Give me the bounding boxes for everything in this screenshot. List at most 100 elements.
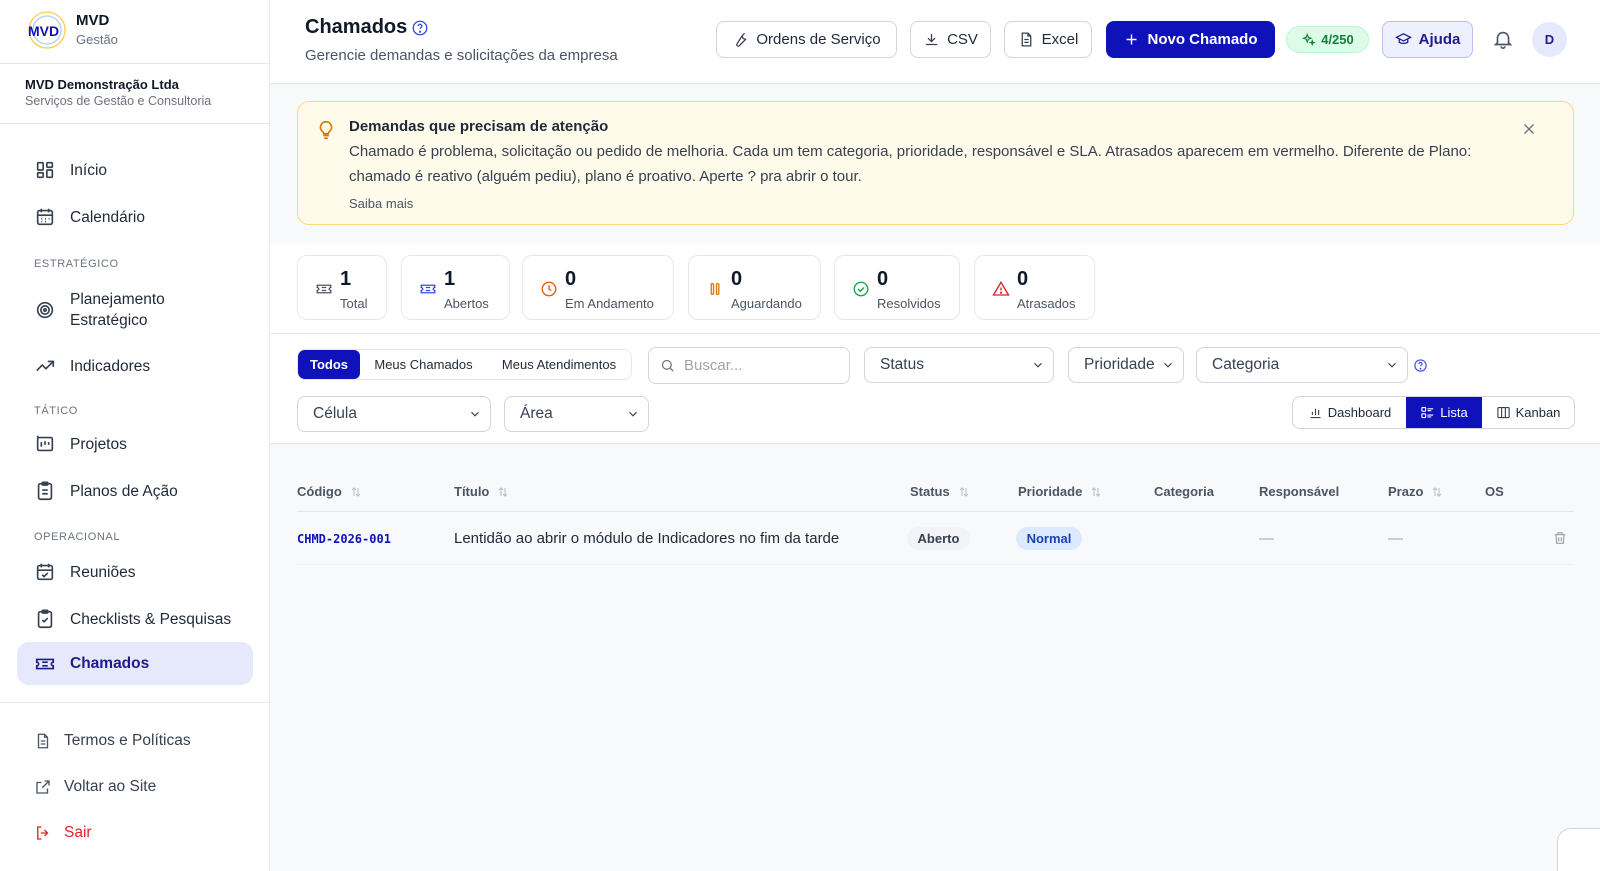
learn-more-link[interactable]: Saiba mais xyxy=(349,196,413,211)
sidebar-item-label: Planos de Ação xyxy=(70,482,178,500)
download-icon xyxy=(925,33,938,46)
target-icon xyxy=(36,301,54,319)
alert-triangle-icon xyxy=(992,280,1010,296)
ticket-title[interactable]: Lentidão ao abrir o módulo de Indicadore… xyxy=(454,530,839,547)
logout-icon xyxy=(37,826,49,840)
table-row[interactable]: CHMD-2026-001 Lentidão ao abrir o módulo… xyxy=(297,513,1574,565)
view-list-button[interactable]: Lista xyxy=(1406,397,1482,428)
priority-select-value: Prioridade xyxy=(1084,356,1155,373)
stat-card-resolvidos[interactable]: 0 Resolvidos xyxy=(834,255,960,320)
footer-item-voltar-site[interactable]: Voltar ao Site xyxy=(34,778,156,796)
ticket-code[interactable]: CHMD-2026-001 xyxy=(297,532,391,546)
sidebar-item-chamados[interactable]: Chamados xyxy=(17,642,253,685)
csv-export-button[interactable]: CSV xyxy=(910,21,991,58)
tab-meus-atendimentos[interactable]: Meus Atendimentos xyxy=(487,350,631,379)
attention-alert: Demandas que precisam de atenção Chamado… xyxy=(297,101,1574,225)
column-label: Prioridade xyxy=(1018,484,1083,499)
footer-item-sair[interactable]: Sair xyxy=(34,824,92,842)
tab-meus-chamados[interactable]: Meus Chamados xyxy=(360,350,487,379)
column-header-codigo[interactable]: Código xyxy=(297,484,362,499)
area-select[interactable]: Área xyxy=(504,396,649,432)
footer-item-label: Termos e Políticas xyxy=(64,732,191,749)
sidebar-item-calendario[interactable]: Calendário xyxy=(17,194,253,240)
help-button[interactable]: Ajuda xyxy=(1382,21,1473,58)
trash-icon[interactable] xyxy=(1552,530,1568,546)
credits-badge[interactable]: 4/250 xyxy=(1286,26,1369,53)
sidebar-item-inicio[interactable]: Início xyxy=(17,147,253,193)
view-kanban-label: Kanban xyxy=(1515,405,1561,420)
alert-title: Demandas que precisam de atenção xyxy=(349,118,609,135)
table-header: Código Título Status Prioridade Categori… xyxy=(297,472,1574,512)
tab-todos[interactable]: Todos xyxy=(298,350,360,379)
bell-icon[interactable] xyxy=(1492,28,1514,50)
sidebar-item-label: Projetos xyxy=(70,435,127,453)
chevron-down-icon xyxy=(1164,362,1172,368)
floating-widget[interactable] xyxy=(1557,828,1600,871)
search-input[interactable] xyxy=(684,357,834,374)
footer-item-label: Sair xyxy=(64,824,92,841)
service-orders-button[interactable]: Ordens de Serviço xyxy=(716,21,897,58)
sidebar-item-checklists-pesquisas[interactable]: Checklists & Pesquisas xyxy=(17,596,253,642)
chevron-down-icon xyxy=(629,411,637,417)
help-circle-icon[interactable] xyxy=(1413,358,1428,373)
cell-select[interactable]: Célula xyxy=(297,396,491,432)
ticket-deadline: — xyxy=(1388,530,1403,547)
status-select[interactable]: Status xyxy=(864,347,1054,383)
column-label: Código xyxy=(297,484,342,499)
search-box xyxy=(648,347,850,384)
sidebar-item-label: Calendário xyxy=(70,208,145,226)
stat-card-aguardando[interactable]: 0 Aguardando xyxy=(688,255,821,320)
spreadsheet-icon xyxy=(1021,32,1032,47)
stat-label: Total xyxy=(340,296,368,311)
help-circle-icon[interactable] xyxy=(411,19,429,37)
column-header-titulo[interactable]: Título xyxy=(454,484,509,499)
stat-card-atrasados[interactable]: 0 Atrasados xyxy=(974,255,1095,320)
help-label: Ajuda xyxy=(1418,31,1461,48)
priority-select[interactable]: Prioridade xyxy=(1068,347,1184,383)
avatar[interactable]: D xyxy=(1532,22,1567,57)
sidebar-item-label: Início xyxy=(70,161,108,179)
column-header-status[interactable]: Status xyxy=(910,484,970,499)
view-kanban-button[interactable]: Kanban xyxy=(1482,397,1574,428)
new-ticket-button[interactable]: Novo Chamado xyxy=(1106,21,1275,58)
stat-card-abertos[interactable]: 1 Abertos xyxy=(401,255,510,320)
close-icon[interactable] xyxy=(1520,120,1538,138)
document-icon xyxy=(37,733,49,749)
check-circle-icon xyxy=(853,281,869,297)
sidebar-item-planejamento-estrategico[interactable]: Planejamento Estratégico xyxy=(17,285,253,335)
sidebar-item-planos-de-acao[interactable]: Planos de Ação xyxy=(17,468,253,514)
column-label: Título xyxy=(454,484,490,499)
chevron-down-icon xyxy=(1388,362,1396,368)
sidebar-item-projetos[interactable]: Projetos xyxy=(17,421,253,467)
stat-card-em-andamento[interactable]: 0 Em Andamento xyxy=(522,255,674,320)
priority-badge: Normal xyxy=(1016,527,1082,550)
footer-item-termos[interactable]: Termos e Políticas xyxy=(34,732,191,750)
kanban-columns-icon xyxy=(1496,406,1510,419)
clipboard-icon xyxy=(37,481,53,501)
view-dashboard-label: Dashboard xyxy=(1327,405,1392,420)
wrench-icon xyxy=(736,32,747,47)
graduation-cap-icon xyxy=(1394,33,1412,45)
column-header-prioridade[interactable]: Prioridade xyxy=(1018,484,1102,499)
tickets-table: Código Título Status Prioridade Categori… xyxy=(270,444,1600,871)
sidebar-item-indicadores[interactable]: Indicadores xyxy=(17,343,253,389)
stat-label: Aguardando xyxy=(731,296,802,311)
column-header-os: OS xyxy=(1485,484,1504,499)
sidebar-item-reunioes[interactable]: Reuniões xyxy=(17,549,253,595)
stat-value: 0 xyxy=(565,268,577,290)
view-dashboard-button[interactable]: Dashboard xyxy=(1293,397,1406,428)
ticket-icon xyxy=(35,658,55,669)
stat-card-total[interactable]: 1 Total xyxy=(297,255,387,320)
column-label: OS xyxy=(1485,484,1504,499)
category-select[interactable]: Categoria xyxy=(1196,347,1408,383)
column-header-prazo[interactable]: Prazo xyxy=(1388,484,1443,499)
calendar-check-icon xyxy=(36,563,54,581)
stat-value: 0 xyxy=(1017,268,1029,290)
excel-export-button[interactable]: Excel xyxy=(1004,21,1092,58)
status-badge: Aberto xyxy=(907,527,970,550)
search-icon xyxy=(661,359,674,372)
sidebar-item-label: Reuniões xyxy=(70,563,136,581)
logo-icon[interactable]: MVD xyxy=(25,8,69,52)
stat-value: 1 xyxy=(340,268,352,290)
category-select-value: Categoria xyxy=(1212,356,1280,373)
